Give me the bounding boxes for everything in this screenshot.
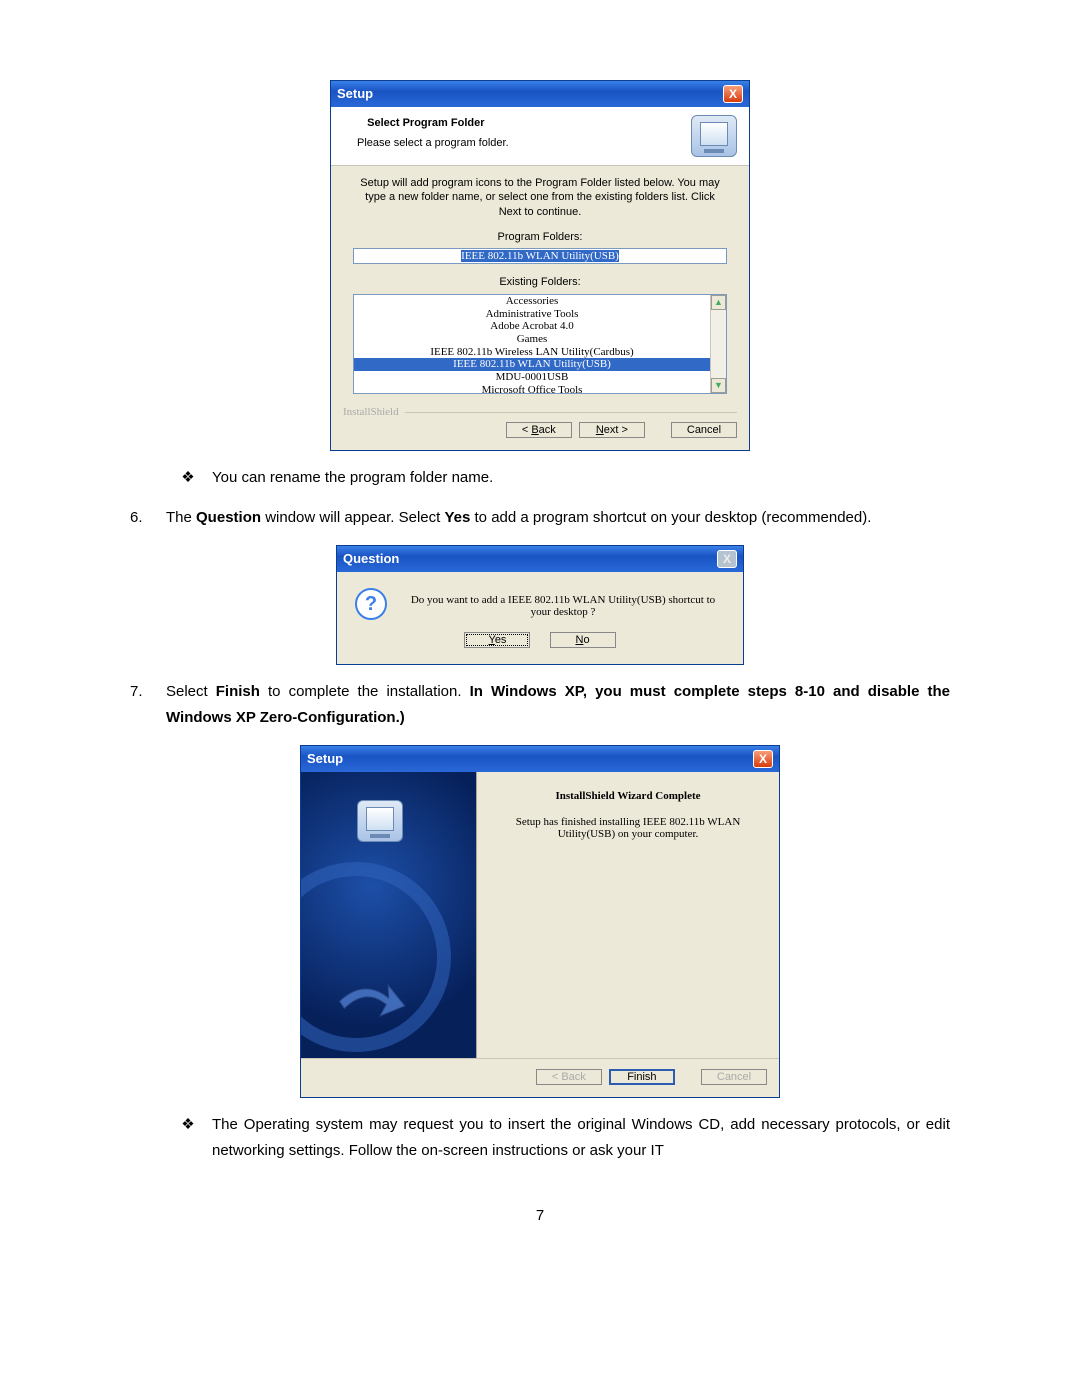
existing-folders-listbox[interactable]: AccessoriesAdministrative ToolsAdobe Acr… — [353, 294, 727, 394]
step7-text: Select Finish to complete the installati… — [166, 679, 950, 732]
back-button: < Back — [536, 1069, 602, 1085]
listbox-scrollbar[interactable]: ▲ ▼ — [710, 295, 726, 393]
step6-text: The Question window will appear. Select … — [166, 505, 950, 531]
question-mark-icon: ? — [355, 588, 387, 620]
list-item[interactable]: Games — [354, 333, 710, 346]
question-titlebar[interactable]: Question X — [337, 546, 743, 572]
page-number: 7 — [130, 1204, 950, 1228]
installshield-label: InstallShield — [343, 406, 399, 418]
program-folders-label: Program Folders: — [353, 229, 727, 247]
setup1-subheading: Please select a program folder. — [343, 135, 509, 153]
list-item[interactable]: IEEE 802.11b WLAN Utility(USB) — [354, 358, 710, 371]
setup1-heading: Select Program Folder — [367, 117, 484, 129]
program-folder-value: IEEE 802.11b WLAN Utility(USB) — [461, 250, 619, 262]
scroll-up-icon[interactable]: ▲ — [711, 295, 726, 310]
list-item[interactable]: Adobe Acrobat 4.0 — [354, 320, 710, 333]
finish-heading: InstallShield Wizard Complete — [497, 790, 759, 802]
cancel-button: Cancel — [701, 1069, 767, 1085]
no-button[interactable]: No — [550, 632, 616, 648]
setup1-titlebar[interactable]: Setup X — [331, 81, 749, 107]
setup-finish-dialog: Setup X InstallShield Wizard Complete Se… — [300, 745, 780, 1098]
cancel-button[interactable]: Cancel — [671, 422, 737, 438]
back-button[interactable]: < Back — [506, 422, 572, 438]
finish-body: Setup has finished installing IEEE 802.1… — [497, 816, 759, 840]
list-item[interactable]: Microsoft Office Tools — [354, 384, 710, 394]
finish-title: Setup — [307, 749, 343, 770]
diamond-bullet-icon: ❖ — [178, 465, 198, 491]
scroll-down-icon[interactable]: ▼ — [711, 378, 726, 393]
list-item[interactable]: IEEE 802.11b Wireless LAN Utility(Cardbu… — [354, 346, 710, 359]
close-icon[interactable]: X — [723, 85, 743, 103]
computer-icon — [357, 800, 403, 842]
finish-titlebar[interactable]: Setup X — [301, 746, 779, 772]
setup1-title: Setup — [337, 84, 373, 105]
list-item[interactable]: MDU-0001USB — [354, 371, 710, 384]
step7-number: 7. — [130, 679, 152, 732]
question-text: Do you want to add a IEEE 802.11b WLAN U… — [401, 588, 725, 618]
list-item[interactable]: Accessories — [354, 295, 710, 308]
step6-number: 6. — [130, 505, 152, 531]
question-title: Question — [343, 549, 399, 570]
list-item[interactable]: Administrative Tools — [354, 308, 710, 321]
yes-button[interactable]: Yes — [464, 632, 530, 648]
setup1-instructions: Setup will add program icons to the Prog… — [353, 176, 727, 219]
close-icon[interactable]: X — [753, 750, 773, 768]
divider — [405, 412, 737, 413]
next-button[interactable]: Next > — [579, 422, 645, 438]
computer-icon — [691, 115, 737, 157]
question-dialog: Question X ? Do you want to add a IEEE 8… — [336, 545, 744, 665]
wizard-artwork — [301, 772, 477, 1058]
bullet-rename: You can rename the program folder name. — [212, 465, 950, 491]
diamond-bullet-icon: ❖ — [178, 1112, 198, 1165]
close-icon[interactable]: X — [717, 550, 737, 568]
setup-program-folder-dialog: Setup X Select Program Folder Please sel… — [330, 80, 750, 451]
bullet-os-request: The Operating system may request you to … — [212, 1112, 950, 1165]
existing-folders-label: Existing Folders: — [353, 274, 727, 292]
finish-button[interactable]: Finish — [609, 1069, 675, 1085]
program-folder-input[interactable]: IEEE 802.11b WLAN Utility(USB) — [353, 248, 727, 264]
